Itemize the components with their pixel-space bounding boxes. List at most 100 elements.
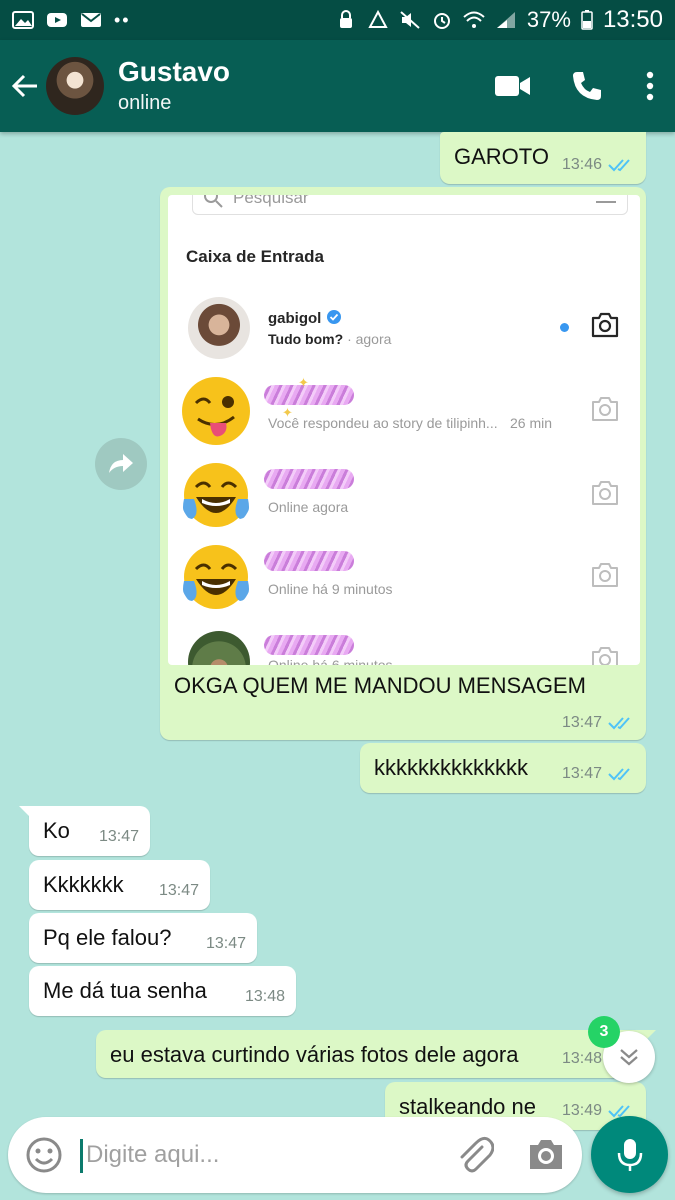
- message-outgoing[interactable]: eu estava curtindo várias fotos dele ago…: [96, 1030, 656, 1078]
- contact-info[interactable]: Gustavo online: [118, 56, 230, 116]
- message-time: 13:49: [561, 1102, 602, 1119]
- scribbled-name: [264, 469, 354, 489]
- dm-row: ✦ ✦ Você respondeu ao story de tilipinh.…: [168, 375, 640, 459]
- message-outgoing[interactable]: kkkkkkkkkkkkkk 13:47: [360, 743, 646, 793]
- contact-avatar[interactable]: [46, 57, 104, 115]
- message-time: 13:48: [244, 988, 285, 1005]
- message-text: GAROTO: [454, 144, 549, 169]
- more-vertical-icon: [646, 71, 654, 101]
- message-time: 13:47: [98, 828, 139, 845]
- message-input[interactable]: [86, 1135, 446, 1175]
- text-cursor: [80, 1139, 83, 1173]
- more-notifications-icon: ••: [114, 9, 131, 30]
- battery-icon: [581, 10, 593, 30]
- message-text: Ko: [43, 818, 70, 843]
- bubble-tail: [19, 806, 33, 820]
- dm-name: gabigol: [268, 309, 342, 327]
- screenshot-search-bar: Pesquisar: [192, 195, 628, 215]
- message-time: 13:48: [561, 1050, 602, 1067]
- youtube-icon: [47, 13, 67, 27]
- double-check-icon: [608, 768, 630, 781]
- camera-icon[interactable]: [526, 1135, 566, 1175]
- camera-icon: [591, 312, 619, 338]
- scribbled-name: [264, 551, 354, 571]
- forward-button[interactable]: [95, 438, 147, 490]
- message-outgoing[interactable]: GAROTO 13:46: [440, 132, 646, 184]
- emoji-icon[interactable]: [24, 1135, 64, 1175]
- message-composer: [8, 1117, 582, 1193]
- search-icon: [204, 195, 223, 208]
- scribbled-name: [264, 635, 354, 655]
- alarm-icon: [433, 13, 450, 29]
- back-button[interactable]: [10, 66, 44, 106]
- dm-preview: Tudo bom? · agora: [268, 331, 392, 347]
- message-time: 13:47: [561, 765, 602, 782]
- clock: 13:50: [602, 6, 663, 33]
- tears-of-joy-emoji-icon: [183, 545, 249, 609]
- message-text: kkkkkkkkkkkkkk: [374, 755, 528, 780]
- dm-preview: Online agora: [268, 499, 349, 515]
- screenshot-search-placeholder: Pesquisar: [233, 195, 309, 207]
- message-time: 13:47: [158, 882, 199, 899]
- message-incoming[interactable]: Me dá tua senha 13:48: [29, 966, 296, 1016]
- microphone-icon: [617, 1138, 642, 1171]
- inbox-screenshot[interactable]: Pesquisar Caixa de Entrada gabigol Tudo …: [168, 195, 640, 665]
- status-bar: •• 37% 13:50: [0, 0, 675, 40]
- winking-tongue-emoji-icon: [182, 377, 250, 445]
- message-time: 13:46: [561, 156, 602, 173]
- message-text: Pq ele falou?: [43, 925, 172, 950]
- screenshot-inbox-title: Caixa de Entrada: [186, 247, 324, 266]
- unread-count-badge: 3: [588, 1016, 620, 1048]
- camera-icon: [592, 563, 618, 587]
- message-text: eu estava curtindo várias fotos dele ago…: [110, 1042, 519, 1067]
- recycle-icon: [368, 10, 388, 28]
- message-text: Kkkkkkk: [43, 872, 124, 897]
- message-incoming[interactable]: Ko 13:47: [19, 806, 150, 856]
- dm-row: gabigol Tudo bom? · agora: [168, 291, 640, 375]
- verified-badge-icon: [326, 310, 341, 324]
- tears-of-joy-emoji-icon: [183, 463, 249, 527]
- image-message[interactable]: Pesquisar Caixa de Entrada gabigol Tudo …: [160, 187, 646, 740]
- lock-icon: [339, 10, 352, 28]
- wifi-icon: [463, 11, 485, 28]
- dm-preview: Online há 6 minutos: [268, 657, 393, 665]
- message-incoming[interactable]: Pq ele falou? 13:47: [29, 913, 257, 963]
- menu-button[interactable]: [625, 56, 675, 116]
- camera-icon: [592, 397, 618, 421]
- voice-call-button[interactable]: [557, 56, 617, 116]
- message-incoming[interactable]: Kkkkkkk 13:47: [29, 860, 210, 910]
- unread-dot: [560, 323, 569, 332]
- dm-avatar-photo: [188, 631, 250, 665]
- scribbled-name: [264, 385, 354, 405]
- dm-preview: Você respondeu ao story de tilipinh...: [268, 415, 498, 431]
- camera-icon: [592, 647, 618, 665]
- message-time: 13:47: [561, 714, 602, 731]
- filter-icon: [596, 195, 616, 203]
- arrow-left-icon: [11, 74, 37, 98]
- message-text: Me dá tua senha: [43, 978, 207, 1003]
- dm-row: Online há 9 minutos: [168, 541, 640, 625]
- dm-row: Online agora: [168, 459, 640, 543]
- video-call-button[interactable]: [483, 56, 543, 116]
- forward-icon: [109, 454, 133, 473]
- dm-preview: Online há 9 minutos: [268, 581, 393, 597]
- battery-percent: 37%: [526, 7, 571, 32]
- chat-header: Gustavo online: [0, 40, 675, 132]
- contact-name: Gustavo: [118, 56, 231, 87]
- dm-row: Online há 6 minutos: [168, 625, 640, 665]
- message-time: 13:47: [205, 935, 246, 952]
- signal-icon: [496, 12, 515, 28]
- camera-icon: [592, 481, 618, 505]
- image-caption: OKGA QUEM ME MANDOU MENSAGEM: [174, 673, 586, 698]
- gallery-icon: [12, 11, 34, 29]
- voice-message-button[interactable]: [591, 1116, 668, 1193]
- paperclip-icon[interactable]: [454, 1133, 494, 1177]
- double-check-icon: [608, 159, 630, 172]
- video-camera-icon: [495, 76, 530, 96]
- gmail-icon: [81, 13, 101, 27]
- dm-avatar-photo: [188, 297, 250, 359]
- contact-status: online: [118, 92, 172, 114]
- phone-icon: [573, 72, 601, 100]
- double-chevron-down-icon: [620, 1049, 638, 1066]
- mute-icon: [400, 11, 420, 29]
